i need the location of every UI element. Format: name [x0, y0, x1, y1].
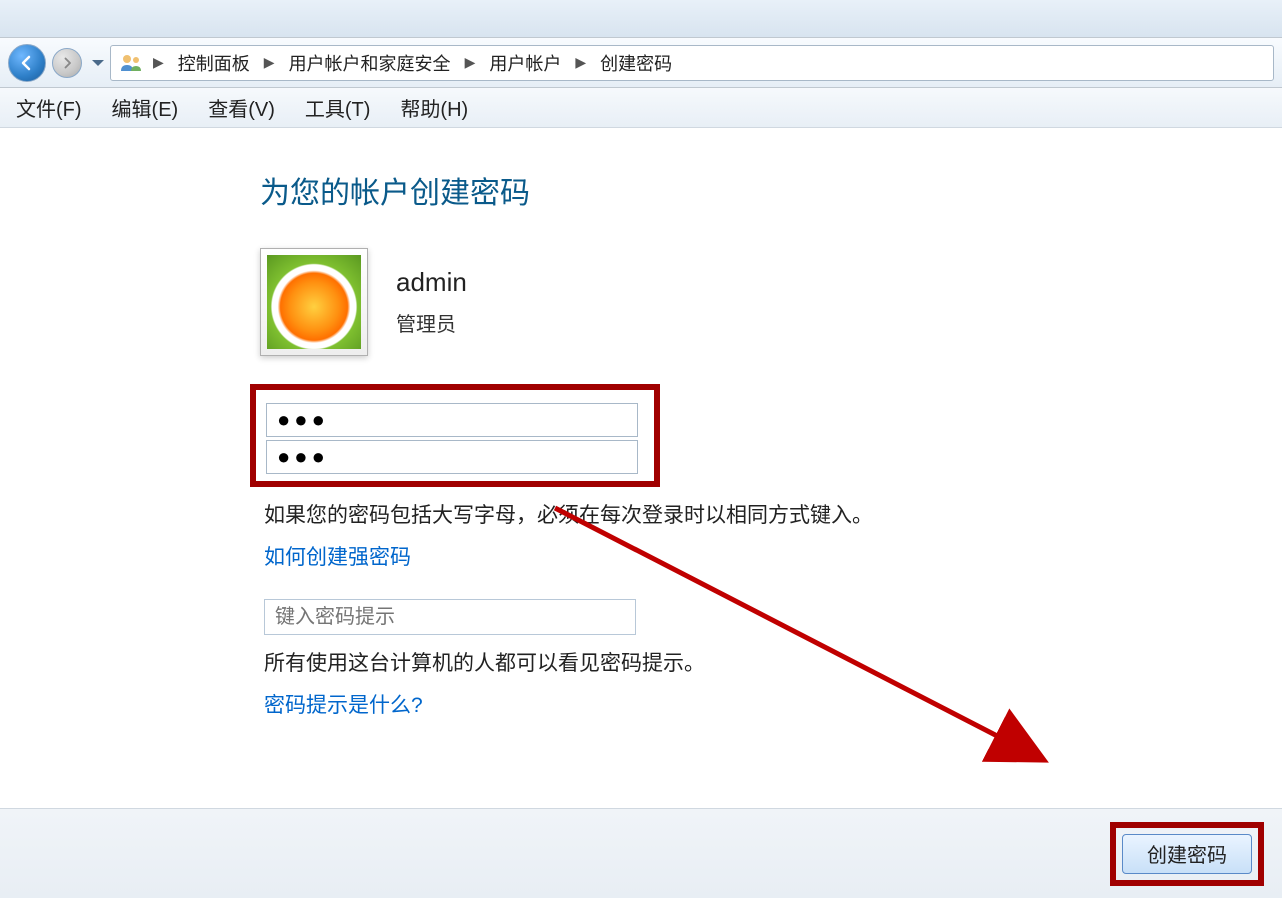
menu-bar: 文件(F) 编辑(E) 查看(V) 工具(T) 帮助(H) [0, 88, 1282, 128]
breadcrumb-separator-icon: ▶ [571, 54, 590, 71]
breadcrumb-item[interactable]: 创建密码 [596, 48, 676, 78]
browser-tab-bar [0, 0, 1282, 38]
navigation-toolbar: ▶ 控制面板 ▶ 用户帐户和家庭安全 ▶ 用户帐户 ▶ 创建密码 [0, 38, 1282, 88]
user-role: 管理员 [396, 308, 467, 337]
breadcrumb-item[interactable]: 用户帐户和家庭安全 [285, 48, 455, 78]
breadcrumb-separator-icon: ▶ [149, 54, 168, 71]
menu-view[interactable]: 查看(V) [206, 89, 277, 126]
page-title: 为您的帐户创建密码 [260, 168, 1282, 212]
content-pane: 为您的帐户创建密码 admin 管理员 如果您的密码包括大写字母，必须在每次登录… [0, 128, 1282, 808]
what-is-hint-link[interactable]: 密码提示是什么? [264, 689, 423, 719]
breadcrumb-item[interactable]: 控制面板 [174, 48, 254, 78]
user-name: admin [396, 267, 467, 298]
create-password-button[interactable]: 创建密码 [1122, 834, 1252, 874]
menu-tools[interactable]: 工具(T) [303, 89, 373, 126]
back-button[interactable] [8, 44, 46, 82]
address-bar[interactable]: ▶ 控制面板 ▶ 用户帐户和家庭安全 ▶ 用户帐户 ▶ 创建密码 [110, 45, 1274, 81]
annotation-highlight-box: 创建密码 [1110, 822, 1264, 886]
password-hint-input[interactable] [264, 599, 636, 635]
hint-visibility-note: 所有使用这台计算机的人都可以看见密码提示。 [264, 647, 1282, 677]
caps-lock-note: 如果您的密码包括大写字母，必须在每次登录时以相同方式键入。 [264, 499, 1282, 529]
strong-password-link[interactable]: 如何创建强密码 [264, 541, 411, 571]
forward-button[interactable] [52, 48, 82, 78]
breadcrumb-separator-icon: ▶ [260, 54, 279, 71]
annotation-highlight-box [250, 384, 660, 487]
avatar-image-icon [267, 255, 361, 349]
menu-help[interactable]: 帮助(H) [398, 89, 470, 126]
footer-bar: 创建密码 [0, 808, 1282, 898]
nav-history-dropdown-icon[interactable] [92, 60, 104, 66]
password-input[interactable] [266, 403, 638, 437]
avatar [260, 248, 368, 356]
user-info-row: admin 管理员 [260, 248, 1282, 356]
user-info: admin 管理员 [396, 267, 467, 337]
menu-edit[interactable]: 编辑(E) [110, 89, 181, 126]
breadcrumb-separator-icon: ▶ [461, 54, 480, 71]
user-accounts-icon [119, 53, 143, 73]
confirm-password-input[interactable] [266, 440, 638, 474]
breadcrumb-item[interactable]: 用户帐户 [485, 48, 565, 78]
menu-file[interactable]: 文件(F) [14, 89, 84, 126]
